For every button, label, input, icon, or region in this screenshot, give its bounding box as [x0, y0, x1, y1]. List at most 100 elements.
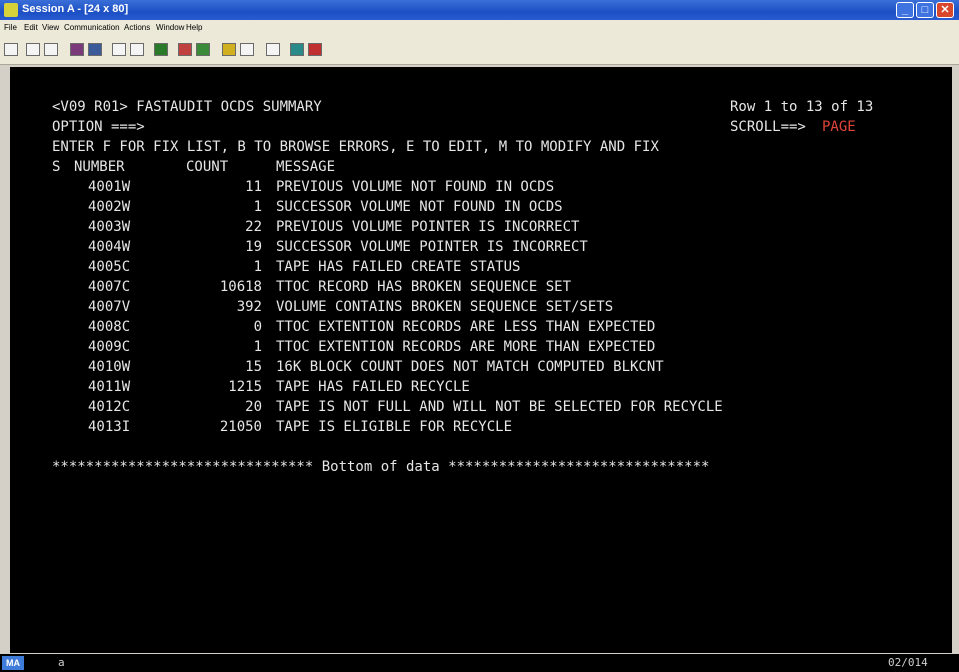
table-row[interactable]: 4009C 1 TTOC EXTENTION RECORDS ARE MORE TH… [10, 337, 952, 357]
row-number: 4009C [88, 339, 131, 355]
table-row[interactable]: 4003W 22 PREVIOUS VOLUME POINTER IS INCORR… [10, 217, 952, 237]
macro-play-icon[interactable] [196, 43, 210, 56]
row-count: 1 [253, 259, 262, 275]
row-count: 0 [253, 319, 262, 335]
row-count: 1 [253, 339, 262, 355]
menu-window[interactable]: Window [156, 23, 184, 32]
table-row[interactable]: 4005C 1 TAPE HAS FAILED CREATE STATUS [10, 257, 952, 277]
row-select-field[interactable] [52, 297, 66, 317]
row-select-field[interactable] [52, 277, 66, 297]
row-number: 4002W [88, 199, 131, 215]
help-icon[interactable] [266, 43, 280, 56]
row-count: 1215 [228, 379, 262, 395]
column-header-number: NUMBER [74, 159, 125, 175]
display-icon[interactable] [112, 43, 126, 56]
column-header-count: COUNT [186, 159, 229, 175]
settings-icon[interactable] [130, 43, 144, 56]
row-select-field[interactable] [52, 337, 66, 357]
paste-icon[interactable] [44, 43, 58, 56]
menu-view[interactable]: View [42, 23, 59, 32]
row-count: 19 [245, 239, 262, 255]
screen-title: <V09 R01> FASTAUDIT OCDS SUMMARY [52, 99, 322, 115]
terminal-screen[interactable]: <V09 R01> FASTAUDIT OCDS SUMMARY Row 1 t… [10, 67, 952, 653]
row-select-field[interactable] [52, 377, 66, 397]
table-row[interactable]: 4013I 21050 TAPE IS ELIGIBLE FOR RECYCLE [10, 417, 952, 437]
row-count: 1 [253, 199, 262, 215]
row-number: 4007C [88, 279, 131, 295]
print-icon[interactable] [4, 43, 18, 56]
table-row[interactable]: 4004W 19 SUCCESSOR VOLUME POINTER IS INCOR… [10, 237, 952, 257]
menu-bar: File Edit View Communication Actions Win… [0, 20, 959, 36]
connect-icon[interactable] [290, 43, 304, 56]
row-select-field[interactable] [52, 417, 66, 437]
row-number: 4011W [88, 379, 131, 395]
row-number: 4005C [88, 259, 131, 275]
instructions: ENTER F FOR FIX LIST, B TO BROWSE ERRORS… [52, 139, 659, 155]
table-row[interactable]: 4011W 1215 TAPE HAS FAILED RECYCLE [10, 377, 952, 397]
macro-record-icon[interactable] [178, 43, 192, 56]
row-number: 4007V [88, 299, 131, 315]
row-indicator: Row 1 to 13 of 13 [730, 99, 874, 115]
row-message: TTOC RECORD HAS BROKEN SEQUENCE SET [276, 279, 572, 295]
status-bar: MA a 02/014 [0, 654, 959, 672]
row-message: SUCCESSOR VOLUME POINTER IS INCORRECT [276, 239, 588, 255]
row-select-field[interactable] [52, 357, 66, 377]
menu-file[interactable]: File [4, 23, 17, 32]
table-row[interactable]: 4008C 0 TTOC EXTENTION RECORDS ARE LESS TH… [10, 317, 952, 337]
row-message: VOLUME CONTAINS BROKEN SEQUENCE SET/SETS [276, 299, 614, 315]
table-row[interactable]: 4012C 20 TAPE IS NOT FULL AND WILL NOT BE … [10, 397, 952, 417]
send-icon[interactable] [70, 43, 84, 56]
row-message: TAPE IS ELIGIBLE FOR RECYCLE [276, 419, 513, 435]
row-message: TAPE HAS FAILED RECYCLE [276, 379, 470, 395]
keyboard-icon[interactable] [240, 43, 254, 56]
table-row[interactable]: 4002W 1 SUCCESSOR VOLUME NOT FOUND IN OCDS [10, 197, 952, 217]
column-header-message: MESSAGE [276, 159, 336, 175]
row-count: 10618 [219, 279, 262, 295]
scroll-value[interactable]: PAGE [822, 117, 856, 137]
color-icon[interactable] [222, 43, 236, 56]
window-titlebar: Session A - [24 x 80] _ □ ✕ [0, 0, 959, 20]
row-select-field[interactable] [52, 397, 66, 417]
row-number: 4013I [88, 419, 131, 435]
receive-icon[interactable] [88, 43, 102, 56]
row-select-field[interactable] [52, 197, 66, 217]
menu-edit[interactable]: Edit [24, 23, 38, 32]
close-button[interactable]: ✕ [936, 2, 954, 18]
row-select-field[interactable] [52, 217, 66, 237]
table-row[interactable]: 4007V 392 VOLUME CONTAINS BROKEN SEQUENCE … [10, 297, 952, 317]
row-number: 4012C [88, 399, 131, 415]
table-row[interactable]: 4001W 11 PREVIOUS VOLUME NOT FOUND IN OCDS [10, 177, 952, 197]
row-select-field[interactable] [52, 177, 66, 197]
status-indicator: MA [2, 656, 24, 670]
minimize-button[interactable]: _ [896, 2, 914, 18]
row-message: TTOC EXTENTION RECORDS ARE MORE THAN EXP… [276, 339, 656, 355]
table-row[interactable]: 4010W 15 16K BLOCK COUNT DOES NOT MATCH CO… [10, 357, 952, 377]
toolbar [0, 36, 959, 65]
row-count: 392 [236, 299, 262, 315]
copy-icon[interactable] [26, 43, 40, 56]
app-icon [4, 3, 18, 17]
cursor-position: 02/014 [888, 656, 928, 669]
row-count: 15 [245, 359, 262, 375]
row-count: 21050 [219, 419, 262, 435]
scroll-label: SCROLL==> [730, 119, 806, 135]
row-message: SUCCESSOR VOLUME NOT FOUND IN OCDS [276, 199, 563, 215]
menu-help[interactable]: Help [186, 23, 202, 32]
menu-communication[interactable]: Communication [64, 23, 120, 32]
option-input[interactable] [170, 117, 650, 135]
row-number: 4003W [88, 219, 131, 235]
chart-icon[interactable] [154, 43, 168, 56]
row-number: 4001W [88, 179, 131, 195]
row-select-field[interactable] [52, 237, 66, 257]
row-message: PREVIOUS VOLUME POINTER IS INCORRECT [276, 219, 580, 235]
row-count: 22 [245, 219, 262, 235]
menu-actions[interactable]: Actions [124, 23, 150, 32]
table-row[interactable]: 4007C 10618 TTOC RECORD HAS BROKEN SEQUENC… [10, 277, 952, 297]
row-select-field[interactable] [52, 257, 66, 277]
disconnect-icon[interactable] [308, 43, 322, 56]
maximize-button[interactable]: □ [916, 2, 934, 18]
window-title: Session A - [24 x 80] [22, 3, 129, 15]
row-message: TAPE IS NOT FULL AND WILL NOT BE SELECTE… [276, 399, 723, 415]
session-id: a [58, 656, 65, 669]
row-select-field[interactable] [52, 317, 66, 337]
